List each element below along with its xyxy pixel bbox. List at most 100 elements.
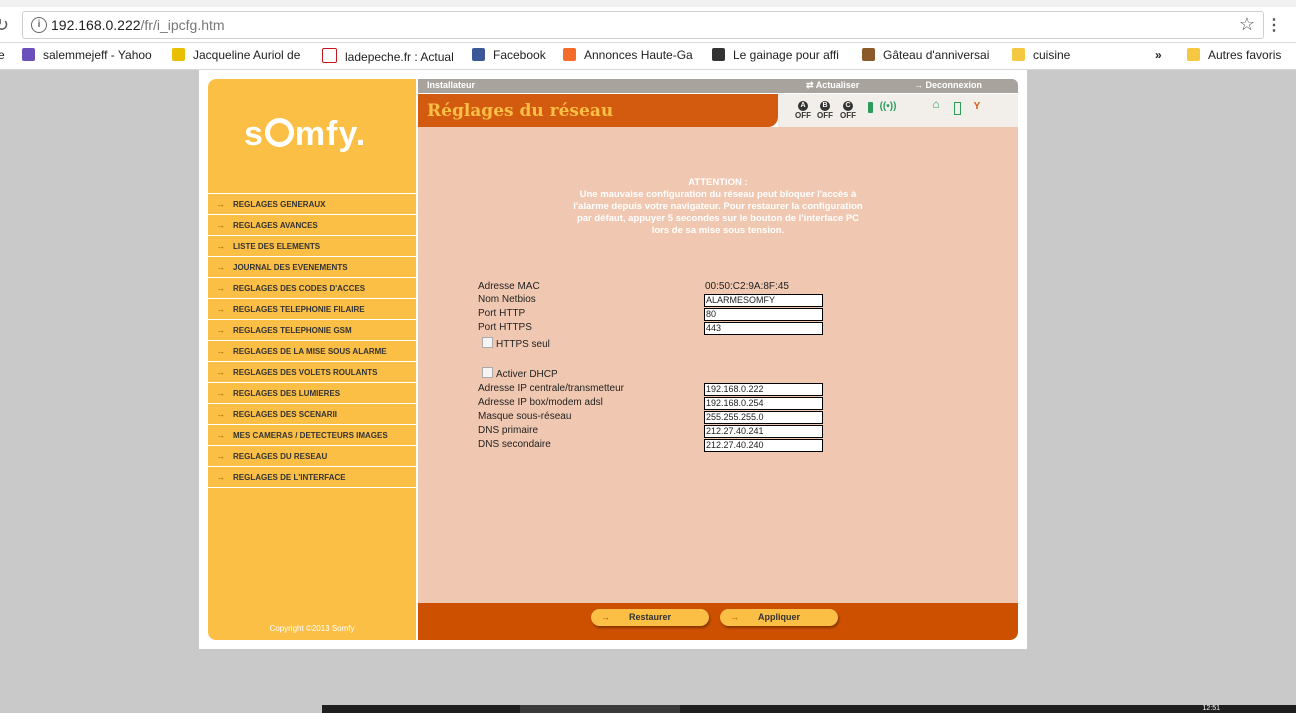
sidebar-item-lights[interactable]: → REGLAGES DES LUMIERES (208, 383, 416, 404)
battery-icon (860, 102, 880, 115)
ladepeche-icon (322, 48, 337, 63)
bookmark-item[interactable]: salemmejeff - Yahoo (22, 48, 152, 62)
dns1-label: DNS primaire (478, 425, 539, 436)
other-bookmarks-folder[interactable]: Autres favoris (1187, 48, 1281, 62)
bookmarks-bar: e salemmejeff - Yahoo Jacqueline Auriol … (0, 43, 1296, 70)
dhcp-checkbox[interactable] (482, 367, 493, 378)
dhcp-label: Activer DHCP (496, 369, 558, 380)
gsm-antenna-icon: Y (973, 101, 981, 112)
browser-address-bar: ↻ i 192.168.0.222/fr/i_ipcfg.htm ☆ ⋮ (0, 7, 1296, 43)
sidebar-item-elements[interactable]: → LISTE DES ELEMENTS (208, 236, 416, 257)
browser-menu-icon[interactable]: ⋮ (1266, 15, 1282, 35)
refresh-link[interactable]: ⇄ Actualiser (806, 80, 859, 91)
arrow-right-icon: → (216, 472, 225, 482)
yahoo-mail-icon (22, 48, 35, 61)
taskbar-clock: 12:51 (1202, 705, 1220, 712)
gateway-input[interactable]: 192.168.0.254 (704, 397, 823, 410)
bookmarks-overflow-button[interactable]: » (1155, 48, 1162, 62)
arrow-right-icon: → (601, 612, 610, 622)
attention-notice: ATTENTION : Une mauvaise configuration d… (573, 177, 863, 236)
browser-tab-strip (0, 0, 1296, 7)
dns2-label: DNS secondaire (478, 439, 551, 450)
https-port-input[interactable]: 443 (704, 322, 823, 335)
http-port-label: Port HTTP (478, 308, 526, 319)
bookmark-item[interactable]: Jacqueline Auriol de (172, 48, 300, 62)
sidebar-item-wired-phone[interactable]: → REGLAGES TELEPHONIE FILAIRE (208, 299, 416, 320)
sidebar-item-cameras[interactable]: → MES CAMERAS / DETECTEURS IMAGES (208, 425, 416, 446)
sidebar-item-events[interactable]: → JOURNAL DES EVENEMENTS (208, 257, 416, 278)
sidebar-menu: → REGLAGES GENERAUX → REGLAGES AVANCES → LI… (208, 193, 416, 488)
https-only-checkbox[interactable] (482, 337, 493, 348)
home-icon: ⌂ (932, 97, 940, 111)
sidebar-item-scenarios[interactable]: → REGLAGES DES SCENARII (208, 404, 416, 425)
netbios-label: Nom Netbios (478, 294, 536, 305)
facebook-icon (472, 48, 485, 61)
url-field[interactable]: i 192.168.0.222/fr/i_ipcfg.htm ☆ (22, 11, 1264, 39)
radio-signal-icon: ((•)) (879, 101, 897, 112)
network-settings-panel: ATTENTION : Une mauvaise configuration d… (418, 127, 1018, 603)
sidebar-item-shutters[interactable]: → REGLAGES DES VOLETS ROULANTS (208, 362, 416, 383)
sidebar-item-general[interactable]: → REGLAGES GENERAUX (208, 194, 416, 215)
zone-b-status-icon: B OFF (817, 101, 833, 120)
bookmark-item[interactable]: Le gainage pour affi (712, 48, 839, 62)
ip-label: Adresse IP centrale/transmetteur (478, 383, 624, 394)
https-only-label: HTTPS seul (496, 339, 550, 350)
mac-label: Adresse MAC (478, 281, 540, 292)
arrow-right-icon: → (216, 367, 225, 377)
zone-a-status-icon: A OFF (795, 101, 811, 120)
dns2-input[interactable]: 212.27.40.240 (704, 439, 823, 452)
copyright-text: Copyright ©2013 Somfy (269, 624, 355, 633)
arrow-right-icon: → (216, 388, 225, 398)
os-taskbar (322, 705, 1296, 713)
sidebar-item-gsm[interactable]: → REGLAGES TELEPHONIE GSM (208, 320, 416, 341)
arrow-right-icon: → (730, 612, 739, 622)
yellow-bird-icon (172, 48, 185, 61)
bookmark-partial[interactable]: e (0, 48, 5, 62)
gateway-label: Adresse IP box/modem adsl (478, 397, 603, 408)
folder-icon (1012, 48, 1025, 61)
http-port-input[interactable]: 80 (704, 308, 823, 321)
netbios-input[interactable]: ALARMESOMFY (704, 294, 823, 307)
sidebar-item-access-codes[interactable]: → REGLAGES DES CODES D'ACCES (208, 278, 416, 299)
bookmark-item[interactable]: Gâteau d'anniversai (862, 48, 989, 62)
ip-input[interactable]: 192.168.0.222 (704, 383, 823, 396)
cake-icon (862, 48, 875, 61)
mac-value: 00:50:C2:9A:8F:45 (705, 281, 789, 292)
dhcp-row: Activer DHCP (478, 367, 678, 381)
arrow-right-icon: → (216, 241, 225, 251)
sidebar-item-advanced[interactable]: → REGLAGES AVANCES (208, 215, 416, 236)
zone-c-status-icon: C OFF (840, 101, 856, 120)
leboncoin-icon (563, 48, 576, 61)
arrow-right-icon: → (216, 430, 225, 440)
sidebar-item-network[interactable]: → REGLAGES DU RESEAU (208, 446, 416, 467)
taskbar-active-app[interactable] (520, 705, 680, 713)
mask-input[interactable]: 255.255.255.0 (704, 411, 823, 424)
bookmark-star-icon[interactable]: ☆ (1239, 14, 1255, 35)
reload-icon[interactable]: ↻ (0, 15, 9, 36)
arrow-right-icon: → (216, 451, 225, 461)
arrow-right-icon: → (216, 283, 225, 293)
https-only-row: HTTPS seul (478, 337, 678, 351)
https-port-label: Port HTTPS (478, 322, 532, 333)
phone-icon (947, 102, 967, 117)
title-bar: Réglages du réseau (418, 94, 778, 127)
arrow-right-icon: → (216, 304, 225, 314)
arrow-right-icon: → (216, 325, 225, 335)
bookmark-item[interactable]: cuisine (1012, 48, 1070, 62)
dns1-input[interactable]: 212.27.40.241 (704, 425, 823, 438)
sidebar: s mfy. → REGLAGES GENERAUX → REGLAGES AVANC… (208, 79, 416, 640)
apply-button[interactable]: Appliquer → (720, 609, 838, 626)
arrow-right-icon: → (216, 409, 225, 419)
sidebar-item-arming[interactable]: → REGLAGES DE LA MISE SOUS ALARME (208, 341, 416, 362)
mask-label: Masque sous-réseau (478, 411, 572, 422)
page-title: Réglages du réseau (427, 101, 614, 121)
arrow-right-icon: → (216, 346, 225, 356)
url-text: 192.168.0.222/fr/i_ipcfg.htm (51, 17, 225, 33)
sidebar-item-interface[interactable]: → REGLAGES DE L'INTERFACE (208, 467, 416, 488)
bookmark-item[interactable]: ladepeche.fr : Actual (322, 48, 454, 64)
bookmark-item[interactable]: Annonces Haute-Ga (563, 48, 693, 62)
info-icon[interactable]: i (31, 17, 47, 33)
bookmark-item[interactable]: Facebook (472, 48, 546, 62)
logout-link[interactable]: → Deconnexion (914, 80, 982, 90)
restore-button[interactable]: Restaurer → (591, 609, 709, 626)
